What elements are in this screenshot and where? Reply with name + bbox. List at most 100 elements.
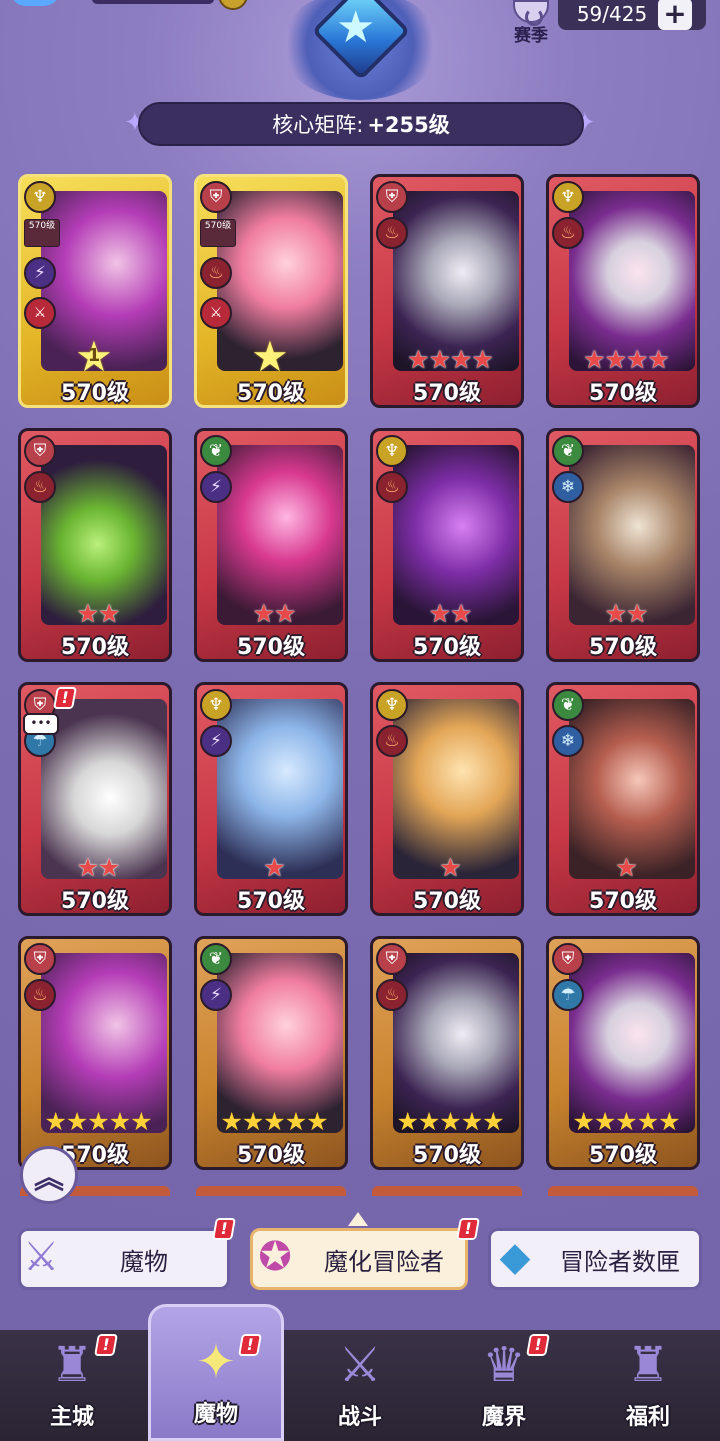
nature-icon: ❦ — [552, 689, 584, 721]
skill-icon: ⚔ — [200, 297, 232, 329]
lightning-icon: ⚡ — [200, 979, 232, 1011]
rank-star-icon: ★ — [251, 332, 289, 381]
nature-icon: ❦ — [200, 943, 232, 975]
monster-card[interactable]: ❦ ⚡ ★★★★★ 570级 — [194, 936, 348, 1170]
monster-level: 570级 — [61, 635, 129, 660]
lightning-icon: ⚡ — [24, 257, 56, 289]
fire-icon: ♨ — [552, 217, 584, 249]
season-icon — [513, 0, 549, 26]
gift-chest-icon: ♜ — [626, 1337, 670, 1393]
scroll-top-button[interactable]: ︽ — [20, 1146, 78, 1204]
double-chevron-up-icon: ︽ — [34, 1161, 64, 1196]
monster-card[interactable]: ⛨ ♨ ★★★★ 570级 — [370, 174, 524, 408]
top-resource-pill[interactable] — [92, 0, 214, 4]
nav-main-city[interactable]: ♜ 主城 — [0, 1330, 144, 1441]
nav-welfare[interactable]: ♜ 福利 — [576, 1330, 720, 1441]
monster-portrait — [41, 953, 167, 1133]
nav-monster[interactable]: ✦ 魔物 — [148, 1304, 284, 1441]
monster-card[interactable]: ⛨ ☂ ★★ 570级 •••! — [18, 682, 172, 916]
star-rating: ★ — [439, 853, 461, 882]
alert-badge: ! — [53, 687, 77, 709]
mage-icon: ♆ — [376, 435, 408, 467]
star-rating: ★★ — [428, 599, 473, 628]
core-matrix-label: 核心矩阵: — [272, 113, 364, 137]
nature-icon: ❦ — [200, 435, 232, 467]
monster-card[interactable]: ⛨ 570级 ♨ ⚔ ★ 570级 — [194, 174, 348, 408]
capacity-text: 59/425 — [576, 2, 648, 26]
nature-icon: ❦ — [552, 435, 584, 467]
monster-level: 570级 — [413, 1143, 481, 1168]
mage-icon: ♆ — [200, 689, 232, 721]
tab-demonized-label: 魔化冒险者 — [324, 1247, 444, 1276]
nav-demon-realm[interactable]: ♛ 魔界 — [432, 1330, 576, 1441]
monster-level: 570级 — [237, 1143, 305, 1168]
fire-icon: ♨ — [24, 471, 56, 503]
avatar-edge[interactable] — [10, 0, 60, 6]
monster-level: 570级 — [589, 635, 657, 660]
nav-label: 魔物 — [193, 1402, 238, 1427]
card-peek — [548, 1186, 698, 1196]
monster-portrait — [217, 445, 343, 625]
monster-portrait — [41, 445, 167, 625]
capacity-counter: 59/425 + — [558, 0, 706, 30]
monster-card[interactable]: ❦ ❄ ★ 570级 — [546, 682, 700, 916]
nav-label: 福利 — [625, 1405, 670, 1430]
skill-icon: ⚔ — [24, 297, 56, 329]
sword-icon: ⚔ — [23, 1234, 59, 1280]
monster-card[interactable]: ♆ ⚡ ★ 570级 — [194, 682, 348, 916]
monster-portrait — [393, 699, 519, 879]
lightning-icon: ⚡ — [200, 471, 232, 503]
coin-icon — [218, 0, 248, 10]
monster-portrait — [393, 445, 519, 625]
star-rating: ★★★★★ — [396, 1107, 504, 1136]
core-matrix-value: +255级 — [367, 113, 450, 137]
monster-card[interactable]: ⛨ ♨ ★★ 570级 — [18, 428, 172, 662]
tab-monster-label: 魔物 — [120, 1247, 168, 1276]
tank-icon: ⛨ — [552, 943, 584, 975]
mage-icon: ♆ — [552, 181, 584, 213]
monster-level: 570级 — [61, 889, 129, 914]
monster-portrait — [569, 699, 695, 879]
fire-icon: ♨ — [24, 979, 56, 1011]
monster-card[interactable]: ❦ ❄ ★★ 570级 — [546, 428, 700, 662]
monster-card[interactable]: ♆ ♨ ★★★★ 570级 — [546, 174, 700, 408]
ice-icon: ❄ — [552, 471, 584, 503]
fire-icon: ♨ — [376, 725, 408, 757]
card-peek — [196, 1186, 346, 1196]
monster-level: 570级 — [589, 1143, 657, 1168]
ice-icon: ❄ — [552, 725, 584, 757]
monster-portrait — [217, 699, 343, 879]
monster-card[interactable]: ♆ ♨ ★ 570级 — [370, 682, 524, 916]
monster-level: 570级 — [413, 635, 481, 660]
monster-card[interactable]: ⛨ ♨ ★★★★★ 570级 — [18, 936, 172, 1170]
mage-icon: ♆ — [24, 181, 56, 213]
monster-card[interactable]: ❦ ⚡ ★★ 570级 — [194, 428, 348, 662]
tab-adventurer-box-label: 冒险者数匣 — [560, 1247, 680, 1276]
plus-icon: + — [663, 0, 687, 30]
fire-icon: ♨ — [376, 217, 408, 249]
star-rating: ★★★★★ — [572, 1107, 680, 1136]
season-button[interactable]: 赛季 — [508, 0, 554, 46]
monster-card[interactable]: ⛨ ♨ ★★★★★ 570级 — [370, 936, 524, 1170]
monster-level: 570级 — [589, 889, 657, 914]
monster-level: 570级 — [237, 635, 305, 660]
nav-label: 主城 — [49, 1405, 94, 1430]
monster-level: 570级 — [237, 381, 305, 406]
nav-battle[interactable]: ⚔ 战斗 — [288, 1330, 432, 1441]
monster-portrait — [217, 953, 343, 1133]
core-crystal[interactable]: ★ — [270, 0, 450, 110]
monster-card[interactable]: ♆ ♨ ★★ 570级 — [370, 428, 524, 662]
star-rating: ★★ — [604, 599, 649, 628]
monster-card[interactable]: ⛨ ☂ ★★★★★ 570级 — [546, 936, 700, 1170]
alert-badge: ! — [94, 1334, 118, 1356]
core-matrix-banner[interactable]: 核心矩阵: +255级 — [138, 102, 584, 146]
monster-level: 570级 — [413, 889, 481, 914]
star-rating: ★★ — [76, 599, 121, 628]
monster-portrait — [41, 699, 167, 879]
star-rating: ★★★★★ — [220, 1107, 328, 1136]
mage-icon: ♆ — [376, 689, 408, 721]
monster-portrait — [569, 191, 695, 371]
monster-card[interactable]: ♆ 570级 ⚡ ⚔ ★ 1 570级 — [18, 174, 172, 408]
add-capacity-button[interactable]: + — [658, 0, 692, 30]
tab-pointer — [348, 1212, 368, 1226]
